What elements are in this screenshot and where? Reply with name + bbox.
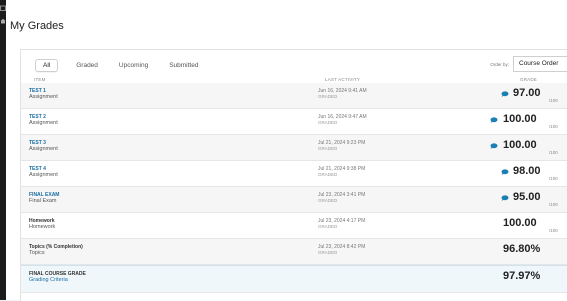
column-header-item: ITEM: [34, 77, 46, 82]
grade-row: TEST 1 Assignment Jun 16, 2024 9:41 AM G…: [21, 83, 567, 109]
grades-table: TEST 1 Assignment Jun 16, 2024 9:41 AM G…: [21, 83, 567, 293]
grade-item-type: Assignment: [29, 172, 58, 178]
grade-score: 98.00: [513, 165, 541, 177]
page: My Grades All Graded Upcoming Submitted …: [6, 0, 567, 301]
comment-bubble-icon[interactable]: [501, 195, 509, 201]
grade-item-type: Homework: [29, 224, 56, 230]
grade-status: GRADED: [318, 172, 338, 177]
grade-out-of: /100: [549, 124, 558, 129]
comment-bubble-icon[interactable]: [501, 91, 509, 97]
grade-score: 100.00: [503, 113, 537, 125]
comment-bubble-icon[interactable]: [501, 169, 509, 175]
grade-item-type: Assignment: [29, 120, 58, 126]
grade-status: GRADED: [318, 94, 338, 99]
tab-graded[interactable]: Graded: [76, 62, 98, 69]
grade-row: TEST 2 Assignment Jun 16, 2024 9:47 AM G…: [21, 109, 567, 135]
order-by: Order by: Course Order: [490, 56, 567, 72]
grade-item-type: Assignment: [29, 94, 58, 100]
grade-status: GRADED: [318, 120, 338, 125]
grade-item-type: Assignment: [29, 146, 58, 152]
order-by-select[interactable]: Course Order: [513, 56, 567, 72]
grades-panel: All Graded Upcoming Submitted Order by: …: [20, 49, 567, 301]
final-grade-score: 97.97%: [503, 270, 541, 282]
filter-tabs: All Graded Upcoming Submitted: [35, 58, 219, 72]
comment-bubble-icon[interactable]: [490, 143, 498, 149]
grade-score: 97.00: [513, 87, 541, 99]
grade-status: GRADED: [318, 198, 338, 203]
order-by-label: Order by:: [490, 61, 509, 67]
grade-score: 100.00: [503, 139, 537, 151]
grade-score: 95.00: [513, 191, 541, 203]
tab-submitted[interactable]: Submitted: [169, 62, 198, 69]
grade-status: GRADED: [318, 146, 338, 151]
grade-item-type: Final Exam: [29, 198, 57, 204]
grade-row: TEST 4 Assignment Jul 21, 2024 9:38 PM G…: [21, 161, 567, 187]
grade-status: GRADED: [318, 224, 338, 229]
column-header-grade: GRADE: [520, 77, 538, 82]
grade-out-of: /100: [549, 98, 558, 103]
final-course-grade-row: FINAL COURSE GRADE Grading Criteria 97.9…: [21, 265, 567, 293]
page-title: My Grades: [10, 20, 64, 32]
grade-row: FINAL EXAM Final Exam Jul 23, 2024 3:41 …: [21, 187, 567, 213]
tab-all[interactable]: All: [35, 58, 59, 72]
grade-out-of: /100: [549, 176, 558, 181]
tab-upcoming[interactable]: Upcoming: [119, 62, 148, 69]
grade-row: Topics (% Completion) Topics Jul 23, 202…: [21, 239, 567, 265]
grade-out-of: /100: [549, 228, 558, 233]
grade-row: Homework Homework Jul 23, 2024 4:17 PM G…: [21, 213, 567, 239]
comment-bubble-icon[interactable]: [490, 117, 498, 123]
grade-score: 100.00: [503, 217, 537, 229]
column-header-last-activity: LAST ACTIVITY: [325, 77, 361, 82]
grade-item-type: Topics: [29, 250, 45, 256]
grade-out-of: /100: [549, 150, 558, 155]
grade-out-of: /100: [549, 202, 558, 207]
grade-score: 96.80%: [503, 243, 541, 255]
grade-row: TEST 3 Assignment Jul 21, 2024 9:23 PM G…: [21, 135, 567, 161]
grade-status: GRADED: [318, 250, 338, 255]
grading-criteria-link[interactable]: Grading Criteria: [29, 277, 68, 283]
